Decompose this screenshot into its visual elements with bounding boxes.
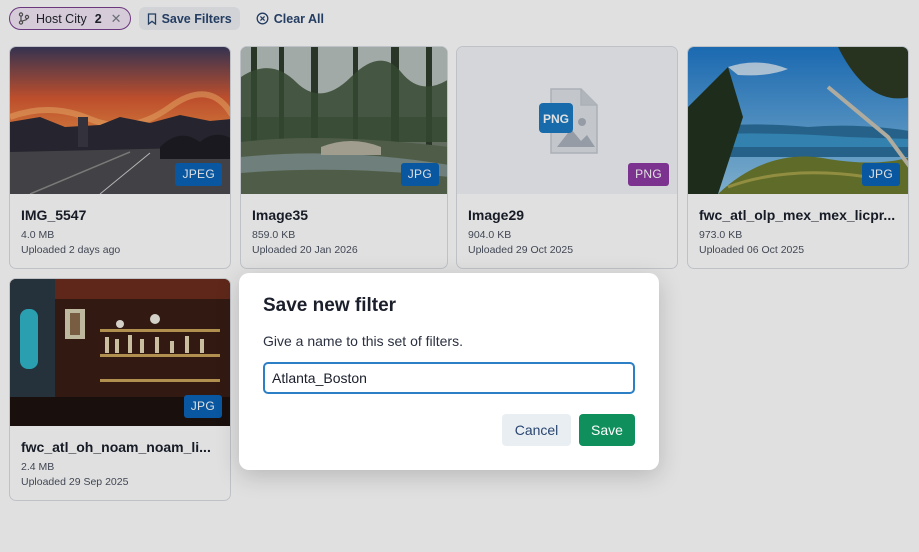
save-filter-dialog: Save new filter Give a name to this set …	[239, 273, 659, 470]
dialog-title: Save new filter	[263, 295, 397, 316]
save-button[interactable]: Save	[579, 414, 635, 446]
cancel-button[interactable]: Cancel	[502, 414, 571, 446]
dialog-description: Give a name to this set of filters.	[263, 333, 463, 349]
filter-name-input[interactable]	[263, 362, 635, 394]
